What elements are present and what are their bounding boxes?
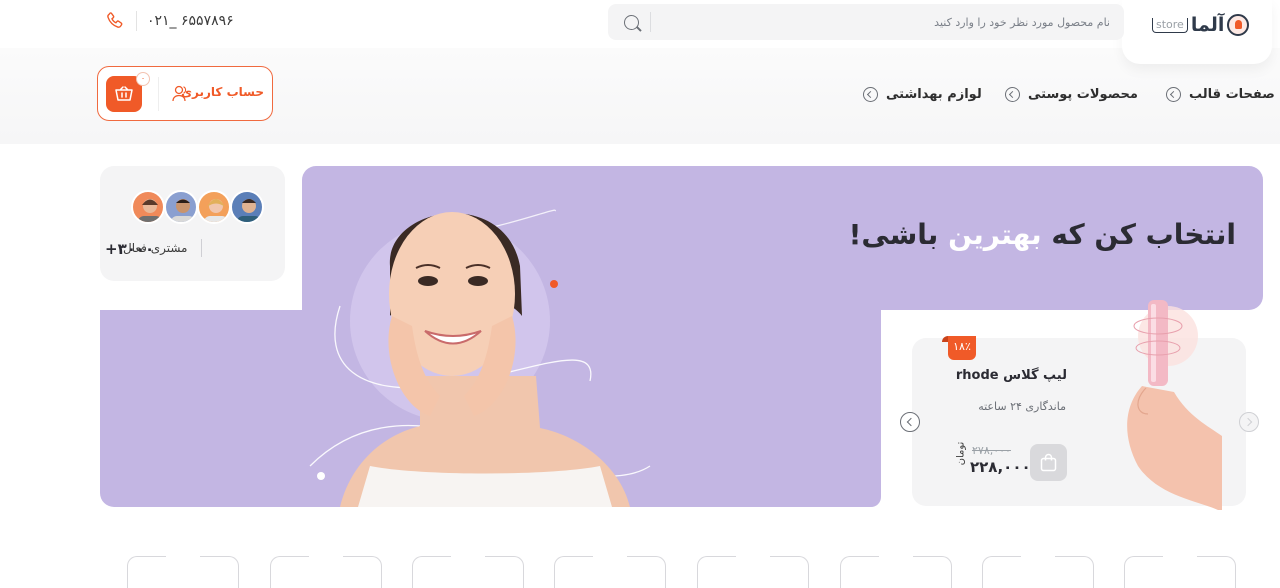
- phone-icon: [104, 10, 126, 32]
- chevron-left-icon: [1166, 86, 1181, 102]
- avatar: [230, 190, 264, 224]
- nav-item-skin-products[interactable]: محصولات پوستی: [1005, 84, 1138, 104]
- avatar: [131, 190, 165, 224]
- nav-label: صفحات قالب: [1189, 86, 1275, 102]
- nav-label: محصولات پوستی: [1028, 86, 1138, 102]
- avatar: [197, 190, 231, 224]
- nav-item-hygiene[interactable]: لوازم بهداشتی: [863, 84, 982, 104]
- stats-divider: [201, 239, 202, 257]
- slider-next-button[interactable]: [1239, 412, 1259, 432]
- category-tab[interactable]: [412, 555, 524, 588]
- bag-icon: [1040, 453, 1057, 472]
- hero-title: انتخاب کن که بهترین باشی!: [849, 218, 1236, 251]
- category-tab[interactable]: [840, 555, 952, 588]
- search-bar: [608, 4, 1124, 40]
- chevron-left-icon: [863, 86, 878, 102]
- lip-gloss-product-image: [1127, 300, 1222, 510]
- nav-item-template-pages[interactable]: صفحات قالب: [1166, 84, 1275, 104]
- hero-title-part1: انتخاب کن که: [1041, 218, 1236, 251]
- logo-name: آلما: [1190, 14, 1225, 36]
- search-input[interactable]: [670, 4, 1110, 40]
- product-old-price: ۲۷۸,۰۰۰: [972, 444, 1011, 457]
- product-title[interactable]: لیپ گلاس rhode: [956, 368, 1067, 383]
- slider-prev-button[interactable]: [900, 412, 920, 432]
- phone-divider: [136, 11, 137, 31]
- phone-number: ۰۲۱_ ۶۵۵۷۸۹۶: [147, 13, 234, 29]
- search-icon[interactable]: [624, 15, 639, 30]
- cart-icon: [115, 86, 133, 101]
- currency-label: تومان: [955, 441, 967, 466]
- add-to-cart-button[interactable]: [1030, 444, 1067, 481]
- category-tab[interactable]: [982, 555, 1094, 588]
- logo-mark-icon: [1227, 14, 1250, 36]
- discount-badge: ۱۸٪: [942, 336, 976, 360]
- product-price: ۲۲۸,۰۰۰: [970, 458, 1031, 476]
- category-tab[interactable]: [127, 555, 239, 588]
- site-logo[interactable]: store آلما: [1152, 10, 1250, 40]
- phone-contact[interactable]: ۰۲۱_ ۶۵۵۷۸۹۶: [104, 8, 234, 34]
- category-tab[interactable]: [697, 555, 809, 588]
- customer-stats-card: [100, 166, 285, 281]
- category-tab[interactable]: [1124, 555, 1236, 588]
- product-subtitle: ماندگاری ۲۴ ساعته: [978, 400, 1066, 413]
- search-divider: [650, 12, 651, 32]
- hero-title-highlight: بهترین: [948, 218, 1042, 251]
- account-button[interactable]: حساب کاربری: [181, 85, 264, 99]
- category-tab[interactable]: [270, 555, 382, 588]
- logo-suffix: store: [1152, 17, 1188, 33]
- hero-title-part2: باشی!: [848, 218, 949, 251]
- category-tab[interactable]: [554, 555, 666, 588]
- avatar: [164, 190, 198, 224]
- cart-count-badge: ۰: [136, 72, 150, 86]
- chevron-left-icon: [1005, 86, 1020, 102]
- hero-model-image: [309, 209, 651, 507]
- customer-avatars: [130, 190, 264, 224]
- nav-label: لوازم بهداشتی: [886, 86, 982, 102]
- account-divider: [158, 77, 159, 111]
- customer-label: مشتری فعال: [123, 241, 188, 255]
- account-cart-box: ۰ حساب کاربری: [97, 66, 273, 121]
